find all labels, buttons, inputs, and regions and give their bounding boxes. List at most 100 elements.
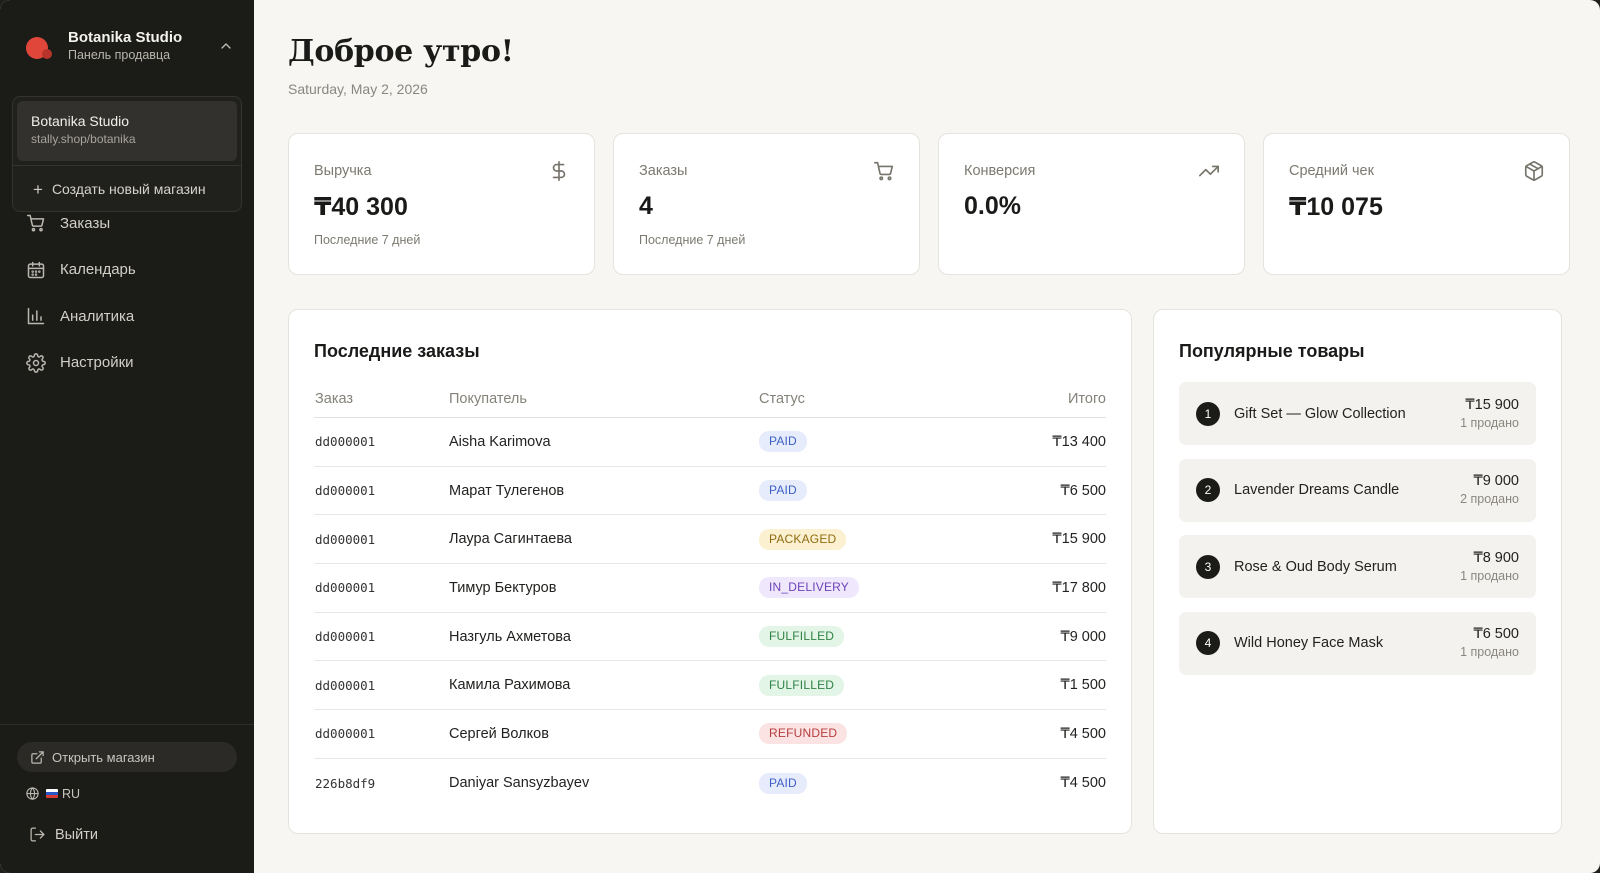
popular-products-list: 1 Gift Set — Glow Collection ₸15 900 1 прод… bbox=[1179, 382, 1536, 688]
product-price: ₸9 000 bbox=[1473, 473, 1519, 489]
status-badge: PAID bbox=[759, 480, 807, 502]
stat-card-conversion: Конверсия 0.0% bbox=[938, 133, 1245, 275]
list-item[interactable]: 2 Lavender Dreams Candle ₸9 000 2 продано bbox=[1179, 458, 1536, 522]
dropdown-current-store[interactable]: Botanika Studio stally.shop/botanika bbox=[17, 101, 237, 161]
customer-name: Сергей Волков bbox=[449, 725, 549, 742]
table-row[interactable]: dd000001 Тимур Бектуров IN_DELIVERY ₸17 800 bbox=[314, 564, 1106, 613]
order-total: ₸13 400 bbox=[1052, 433, 1106, 450]
sidebar-item-analytics[interactable]: Аналитика bbox=[20, 293, 234, 340]
product-name: Rose & Oud Body Serum bbox=[1234, 558, 1397, 575]
stat-label: Конверсия bbox=[964, 163, 1036, 179]
store-switcher[interactable]: Botanika Studio Панель продавца bbox=[22, 24, 234, 68]
stat-card-average-check: Средний чек ₸10 075 bbox=[1263, 133, 1570, 275]
page-title: Доброе утро! bbox=[288, 34, 514, 69]
order-id[interactable]: dd000001 bbox=[314, 483, 449, 498]
app-window: Botanika Studio Панель продавца Botanika… bbox=[0, 0, 1600, 873]
box-icon bbox=[1524, 161, 1544, 181]
current-date: Saturday, May 2, 2026 bbox=[288, 81, 428, 97]
product-price: ₸6 500 bbox=[1473, 626, 1519, 642]
chevron-up-icon[interactable] bbox=[218, 38, 234, 54]
customer-name: Daniyar Sansyzbayev bbox=[449, 775, 590, 792]
column-header-total: Итого bbox=[1068, 390, 1106, 407]
rank-badge: 3 bbox=[1196, 554, 1220, 579]
stat-value: 4 bbox=[639, 192, 653, 220]
stat-card-orders: Заказы 4 Последние 7 дней bbox=[613, 133, 920, 275]
order-id[interactable]: dd000001 bbox=[314, 726, 449, 741]
order-id[interactable]: dd000001 bbox=[314, 678, 449, 693]
table-row[interactable]: dd000001 Aisha Karimova PAID ₸13 400 bbox=[314, 418, 1106, 467]
customer-name: Марат Тулегенов bbox=[449, 482, 565, 499]
order-id[interactable]: dd000001 bbox=[314, 434, 449, 449]
product-sold-count: 1 продано bbox=[1460, 568, 1519, 583]
sidebar-item-label: Настройки bbox=[60, 354, 134, 372]
table-row[interactable]: 226b8df9 Daniyar Sansyzbayev PAID ₸4 500 bbox=[314, 759, 1106, 808]
customer-name: Лаура Сагинтаева bbox=[449, 531, 572, 548]
sidebar-divider bbox=[0, 724, 254, 725]
table-row[interactable]: dd000001 Лаура Сагинтаева PACKAGED ₸15 900 bbox=[314, 515, 1106, 565]
order-id[interactable]: dd000001 bbox=[314, 532, 449, 547]
column-header-status: Статус bbox=[759, 390, 805, 407]
table-row[interactable]: dd000001 Назгуль Ахметова FULFILLED ₸9 000 bbox=[314, 613, 1106, 662]
sidebar-item-calendar[interactable]: Календарь bbox=[20, 247, 234, 294]
sidebar-item-settings[interactable]: Настройки bbox=[20, 340, 234, 387]
status-badge: FULFILLED bbox=[759, 674, 845, 696]
order-total: ₸1 500 bbox=[1060, 677, 1106, 694]
external-link-icon bbox=[31, 750, 44, 764]
list-item[interactable]: 4 Wild Honey Face Mask ₸6 500 1 продано bbox=[1179, 611, 1536, 675]
stat-period: Последние 7 дней bbox=[314, 233, 421, 247]
create-store-button[interactable]: + Создать новый магазин bbox=[13, 166, 241, 212]
dollar-icon bbox=[552, 161, 566, 181]
stat-label: Выручка bbox=[314, 163, 372, 179]
rank-badge: 1 bbox=[1196, 401, 1220, 426]
language-switcher[interactable]: RU bbox=[25, 786, 80, 801]
stat-label: Заказы bbox=[639, 163, 688, 179]
customer-name: Aisha Karimova bbox=[449, 433, 551, 450]
order-id[interactable]: dd000001 bbox=[314, 629, 449, 644]
stat-value: 0.0% bbox=[964, 192, 1021, 220]
store-name: Botanika Studio bbox=[68, 28, 183, 46]
russian-flag-icon bbox=[46, 789, 58, 798]
order-id[interactable]: dd000001 bbox=[314, 580, 449, 595]
table-row[interactable]: dd000001 Марат Тулегенов PAID ₸6 500 bbox=[314, 467, 1106, 516]
customer-name: Тимур Бектуров bbox=[449, 579, 557, 596]
store-logo bbox=[22, 31, 52, 61]
sidebar-item-label: Календарь bbox=[60, 261, 136, 279]
status-badge: PACKAGED bbox=[759, 528, 847, 550]
stat-card-revenue: Выручка ₸40 300 Последние 7 дней bbox=[288, 133, 595, 275]
store-subtitle: Панель продавца bbox=[68, 47, 171, 62]
calendar-icon bbox=[27, 261, 45, 278]
product-price: ₸15 900 bbox=[1465, 396, 1519, 413]
status-badge: PAID bbox=[759, 431, 807, 453]
order-id[interactable]: 226b8df9 bbox=[314, 776, 449, 791]
logout-icon bbox=[30, 827, 45, 842]
table-row[interactable]: dd000001 Сергей Волков REFUNDED ₸4 500 bbox=[314, 710, 1106, 759]
orders-table: Заказ Покупатель Статус Итого dd000001 Ai… bbox=[314, 380, 1106, 808]
logout-button[interactable]: Выйти bbox=[29, 826, 98, 843]
order-total: ₸9 000 bbox=[1060, 628, 1106, 645]
rank-badge: 2 bbox=[1196, 478, 1220, 502]
order-total: ₸17 800 bbox=[1052, 579, 1106, 596]
cart-icon bbox=[26, 215, 45, 232]
dropdown-store-name: Botanika Studio bbox=[31, 113, 130, 129]
column-header-customer: Покупатель bbox=[449, 390, 527, 407]
list-item[interactable]: 3 Rose & Oud Body Serum ₸8 900 1 продано bbox=[1179, 535, 1536, 598]
dropdown-store-url: stally.shop/botanika bbox=[31, 132, 136, 146]
order-total: ₸6 500 bbox=[1060, 482, 1106, 499]
status-badge: PAID bbox=[759, 772, 807, 794]
customer-name: Назгуль Ахметова bbox=[449, 628, 571, 645]
table-row[interactable]: dd000001 Камила Рахимова FULFILLED ₸1 500 bbox=[314, 661, 1106, 711]
stat-period: Последние 7 дней bbox=[639, 233, 746, 247]
product-name: Gift Set — Glow Collection bbox=[1234, 405, 1406, 422]
order-total: ₸4 500 bbox=[1060, 725, 1106, 742]
column-header-order: Заказ bbox=[315, 390, 354, 407]
product-sold-count: 1 продано bbox=[1460, 415, 1519, 430]
stat-value: ₸10 075 bbox=[1289, 193, 1383, 221]
list-item[interactable]: 1 Gift Set — Glow Collection ₸15 900 1 прод… bbox=[1179, 382, 1536, 445]
status-badge: IN_DELIVERY bbox=[759, 577, 860, 599]
gear-icon bbox=[26, 352, 46, 373]
product-price: ₸8 900 bbox=[1473, 549, 1519, 566]
sidebar-item-label: Аналитика bbox=[60, 307, 135, 325]
product-name: Lavender Dreams Candle bbox=[1234, 482, 1400, 498]
open-shop-button[interactable]: Открыть магазин bbox=[17, 742, 237, 772]
order-total: ₸4 500 bbox=[1060, 775, 1106, 792]
